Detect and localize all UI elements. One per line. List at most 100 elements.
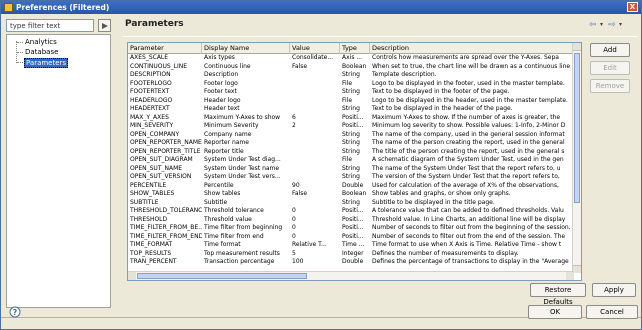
cell-display-name: Continuous line (204, 62, 251, 70)
cell-display-name: Threshold value (204, 215, 252, 223)
column-header-value[interactable]: Value (290, 43, 340, 54)
window-title: Preferences (Filtered) (16, 3, 110, 12)
cell-value: 0 (292, 207, 296, 214)
cell-type: File (342, 156, 353, 163)
tree-item-parameters[interactable]: Parameters (24, 58, 69, 68)
cell-value: 90 (292, 181, 300, 189)
cell-display-name: Company name (204, 130, 252, 138)
scroll-down-icon[interactable] (573, 265, 581, 273)
table-row[interactable]: PERCENTILE Percentile 90 Double Used for cal… (128, 182, 574, 191)
filter-input[interactable]: type filter text (6, 19, 94, 32)
cell-parameter: TOP_RESULTS (130, 249, 172, 257)
tree-item-analytics[interactable]: Analytics (24, 38, 58, 46)
chevron-down-icon[interactable]: ▾ (619, 20, 622, 30)
table-row[interactable]: MIN_SEVERITY Minimum Severity 2 Positi... Mi… (128, 122, 574, 131)
clear-filter-icon (102, 23, 108, 29)
scroll-thumb[interactable] (574, 53, 580, 203)
table-row[interactable]: THRESHOLD Threshold value 0 Positi... Thresh… (128, 216, 574, 225)
table-row[interactable]: OPEN_SUT_VERSION System Under Test vers..… (128, 173, 574, 182)
table-row[interactable]: TIME_FORMAT Time format Relative T... Time … (128, 241, 574, 250)
column-header-description[interactable]: Description (370, 43, 574, 54)
cell-display-name: Time filter from beginning (204, 224, 283, 231)
cell-value: Consolidate... (292, 54, 334, 61)
preferences-window: Preferences (Filtered) X type filter tex… (0, 0, 642, 330)
cell-value (290, 88, 340, 97)
cell-description: Number of seconds to filter out from the… (372, 224, 571, 231)
cell-display-name: Time filter from end (204, 232, 264, 240)
column-header-type[interactable]: Type (340, 43, 370, 54)
vertical-scrollbar[interactable] (572, 43, 581, 273)
cell-parameter: FOOTERTEXT (130, 88, 170, 95)
cell-type: Positi... (342, 113, 364, 121)
clear-filter-button[interactable] (98, 19, 111, 32)
table-row[interactable]: OPEN_REPORTER_TITLE Reporter title String T… (128, 148, 574, 157)
title-bar: Preferences (Filtered) X (1, 1, 641, 14)
table-row[interactable]: SHOW_TABLES Show tables False Boolean Show t… (128, 190, 574, 199)
cell-parameter: SHOW_TABLES (130, 190, 175, 197)
table-row[interactable]: THRESHOLD_TOLERANCE Threshold tolerance 0 P… (128, 207, 574, 216)
preference-tree: Analytics Database Parameters (6, 34, 111, 308)
cell-value (290, 97, 340, 106)
table-row[interactable]: CONTINUOUS_LINE Continuous line False Boole… (128, 63, 574, 72)
column-header-parameter[interactable]: Parameter (128, 43, 202, 54)
scroll-up-icon[interactable] (573, 43, 581, 51)
table-row[interactable]: MAX_Y_AXES Maximum Y-Axes to show 6 Positi.… (128, 114, 574, 123)
cell-display-name: Transaction percentage (204, 258, 275, 265)
table-row[interactable]: OPEN_REPORTER_NAME Reporter name String The… (128, 139, 574, 148)
cell-display-name: Header text (204, 105, 240, 112)
table-row[interactable]: DESCRIPTION Description String Template des… (128, 71, 574, 80)
scroll-right-icon[interactable] (566, 272, 574, 280)
cell-parameter: CONTINUOUS_LINE (130, 62, 188, 70)
tree-item-database[interactable]: Database (24, 48, 59, 56)
horizontal-scrollbar[interactable] (128, 271, 574, 280)
forward-icon[interactable]: ⇨ (608, 20, 616, 30)
svg-text:?: ? (13, 308, 18, 317)
cell-parameter: FOOTERLOGO (130, 79, 172, 87)
cell-display-name: System Under Test vers... (204, 173, 281, 180)
add-button[interactable]: Add (590, 43, 630, 57)
table-row[interactable]: SUBTITLE Subtitle String Subtitle to be dis… (128, 199, 574, 208)
table-row[interactable]: AXES_SCALE Axis types Consolidate... Axis .… (128, 54, 574, 63)
cell-type: Axis ... (342, 54, 363, 61)
help-icon[interactable]: ? (9, 306, 21, 318)
remove-button[interactable]: Remove (590, 79, 630, 93)
cell-display-name: Percentile (204, 181, 234, 189)
divider (123, 36, 638, 37)
restore-defaults-button[interactable]: Restore Defaults (530, 283, 586, 306)
cell-value (290, 71, 340, 80)
cell-type: Positi... (342, 122, 364, 129)
parameters-page: Parameters ⇦ ▾ ⇨ ▾ Parameter Display Nam… (115, 14, 641, 310)
table-row[interactable]: TOP_RESULTS Top measurement results 5 Integ… (128, 250, 574, 259)
back-icon[interactable]: ⇦ (589, 20, 597, 30)
cell-value (290, 131, 340, 140)
table-row[interactable]: TIME_FILTER_FROM_END Time filter from end… (128, 233, 574, 242)
scroll-thumb[interactable] (137, 273, 307, 279)
close-window-button[interactable]: X (627, 2, 638, 12)
cell-parameter: MAX_Y_AXES (130, 113, 169, 121)
table-row[interactable]: TRAN_PERCENT Transaction percentage 100 Dou… (128, 258, 574, 267)
cancel-button[interactable]: Cancel (586, 305, 638, 319)
cell-description: Defines the number of measurements to di… (372, 249, 519, 257)
ok-button[interactable]: OK (528, 305, 582, 319)
cell-description: Controls how measurements are spread ove… (372, 54, 559, 61)
table-row[interactable]: FOOTERLOGO Footer logo File Logo to be disp… (128, 80, 574, 89)
cell-type: String (342, 198, 360, 206)
cell-description: The title of the person creating the rep… (372, 147, 565, 155)
table-row[interactable]: TIME_FILTER_FROM_BE... Time filter from b… (128, 224, 574, 233)
cell-value: 2 (292, 122, 296, 129)
cell-type: String (342, 105, 360, 112)
cell-display-name: Footer text (204, 88, 237, 95)
edit-button[interactable]: Edit (590, 61, 630, 75)
apply-button[interactable]: Apply (592, 283, 636, 297)
scroll-left-icon[interactable] (128, 272, 136, 280)
table-row[interactable]: HEADERLOGO Header logo File Logo to be disp… (128, 97, 574, 106)
table-row[interactable]: OPEN_SUT_DIAGRAM System Under Test diag..… (128, 156, 574, 165)
cell-type: Boolean (342, 62, 367, 70)
table-row[interactable]: OPEN_SUT_NAME System Under Test name Strin… (128, 165, 574, 174)
table-row[interactable]: FOOTERTEXT Footer text String Text to be di… (128, 88, 574, 97)
table-row[interactable]: OPEN_COMPANY Company name String The name o… (128, 131, 574, 140)
column-header-display-name[interactable]: Display Name (202, 43, 290, 54)
cell-description: Maximum Y-Axes to show. If the number of… (372, 113, 561, 121)
chevron-down-icon[interactable]: ▾ (600, 20, 603, 30)
table-row[interactable]: HEADERTEXT Header text String Text to be di… (128, 105, 574, 114)
